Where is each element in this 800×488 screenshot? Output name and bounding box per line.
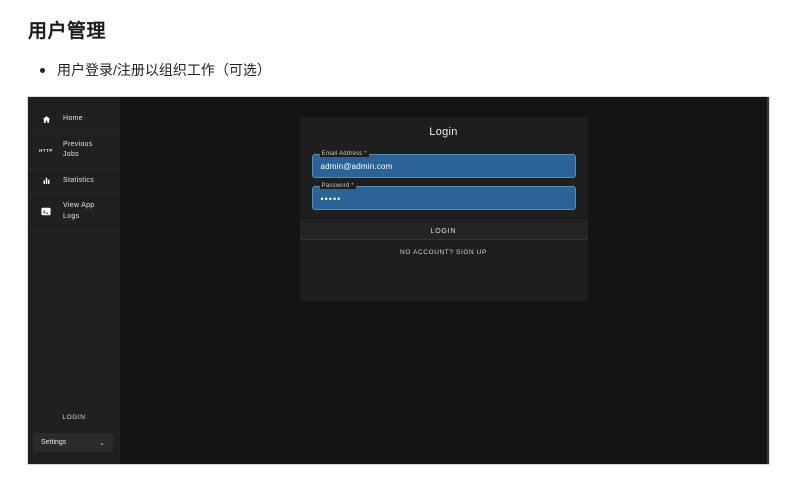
- email-field-label: Email Address *: [319, 151, 369, 157]
- signup-link[interactable]: NO ACCOUNT? SIGN UP: [300, 249, 588, 256]
- previous-jobs-icon: HTTP: [39, 147, 53, 153]
- bullet-text: 用户登录/注册以组织工作（可选）: [57, 62, 271, 78]
- password-field-label: Password *: [319, 183, 356, 189]
- app-screenshot: Home HTTP Previous Jobs Statistics View …: [28, 97, 769, 464]
- login-card-title: Login: [429, 126, 458, 138]
- sidebar-item-home[interactable]: Home: [28, 107, 120, 133]
- statistics-icon: [38, 176, 54, 185]
- sidebar-item-previous-jobs[interactable]: HTTP Previous Jobs: [28, 133, 120, 169]
- chevron-down-icon: ⌄: [99, 439, 105, 447]
- password-field-value: •••••: [320, 193, 342, 204]
- bullet-dot: [40, 67, 45, 73]
- settings-dropdown[interactable]: Settings ⌄: [33, 433, 113, 452]
- sidebar-bottom: LOGIN Settings ⌄: [28, 408, 120, 458]
- email-field[interactable]: Email Address * admin@admin.com: [311, 151, 576, 178]
- terminal-icon: [38, 207, 54, 216]
- sidebar-item-statistics[interactable]: Statistics: [28, 169, 120, 195]
- sidebar-item-view-app-logs[interactable]: View App Logs: [28, 194, 120, 230]
- login-card: Login Email Address * admin@admin.com Pa…: [299, 117, 588, 301]
- bullet-list-item: 用户登录/注册以组织工作（可选）: [40, 60, 271, 80]
- sidebar-item-label: View App Logs: [63, 202, 95, 220]
- password-field[interactable]: Password * •••••: [311, 183, 576, 210]
- sidebar-login-button[interactable]: LOGIN: [28, 408, 120, 433]
- sidebar-item-label: Previous Jobs: [63, 140, 93, 159]
- sidebar: Home HTTP Previous Jobs Statistics View …: [28, 97, 120, 464]
- sidebar-item-label: Statistics: [63, 176, 95, 184]
- email-field-value: admin@admin.com: [320, 162, 393, 172]
- main-content: Login Email Address * admin@admin.com Pa…: [120, 97, 767, 464]
- login-button[interactable]: LOGIN: [299, 223, 588, 240]
- sidebar-item-label: Home: [63, 115, 83, 122]
- home-icon: [38, 115, 54, 124]
- page-title: 用户管理: [28, 21, 107, 42]
- settings-label: Settings: [41, 439, 67, 446]
